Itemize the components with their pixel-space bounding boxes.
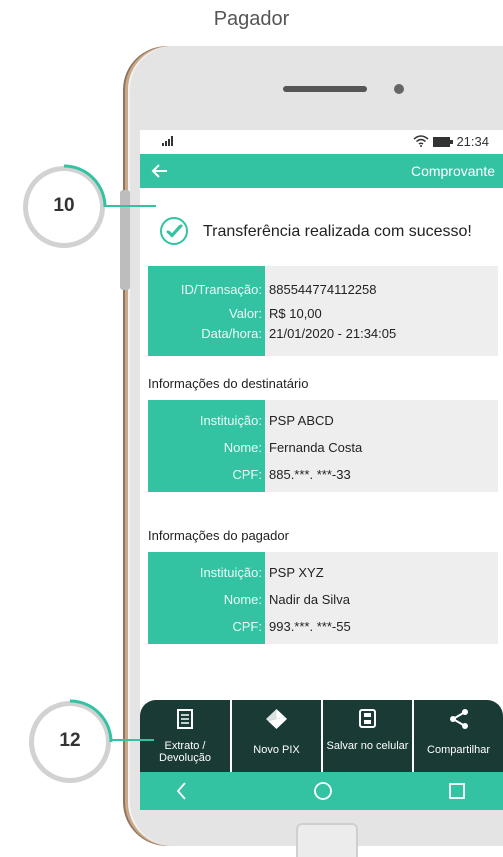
salvar-button[interactable]: Salvar no celular	[323, 700, 412, 772]
extrato-button[interactable]: Extrato / Devolução	[140, 700, 230, 772]
extrato-label: Extrato / Devolução	[159, 740, 211, 764]
pix-icon	[266, 709, 287, 729]
info-row: CPF: 885.***. ***-33	[148, 467, 498, 487]
receipt-icon	[177, 709, 193, 729]
recipient-box: Instituição: PSP ABCD Nome: Fernanda Cos…	[148, 400, 498, 492]
action-toolbar: Extrato / Devolução Novo PIX Salvar no c…	[140, 700, 503, 772]
info-row: Nome: Nadir da Silva	[148, 592, 498, 612]
payer-heading: Informações do pagador	[148, 528, 289, 543]
compartilhar-label: Compartilhar	[427, 744, 490, 756]
row-key: Nome:	[223, 592, 262, 607]
callout-number: 12	[59, 730, 81, 751]
status-bar: 21:34	[140, 130, 503, 154]
info-row: CPF: 993.***. ***-55	[148, 619, 498, 639]
phone-screen: 21:34 Comprovante Transferência realizad…	[140, 130, 503, 810]
row-value: 885544774112258	[269, 282, 377, 297]
success-banner: Transferência realizada com sucesso!	[159, 216, 499, 248]
novo-pix-button[interactable]: Novo PIX	[232, 700, 321, 772]
row-value: PSP XYZ	[269, 565, 324, 580]
info-row: ID/Transação: 885544774112258	[148, 282, 498, 302]
row-key: Instituição:	[199, 413, 262, 428]
nav-home-icon[interactable]	[311, 772, 335, 810]
row-key: ID/Transação:	[180, 282, 262, 297]
wifi-icon	[413, 135, 429, 147]
row-value: 993.***. ***-55	[269, 619, 351, 634]
page-title: Comprovante	[410, 163, 495, 179]
nav-recents-icon[interactable]	[445, 772, 469, 810]
row-value: PSP ABCD	[269, 413, 334, 428]
signal-icon	[162, 136, 173, 146]
info-row: Valor: R$ 10,00	[148, 306, 498, 326]
status-time: 21:34	[456, 134, 489, 149]
row-key: Valor:	[229, 306, 262, 321]
share-icon	[450, 709, 468, 729]
caption-title: Pagador	[213, 8, 290, 30]
info-row: Nome: Fernanda Costa	[148, 440, 498, 460]
row-value: R$ 10,00	[269, 306, 322, 321]
row-key: CPF:	[232, 619, 262, 634]
row-value: Nadir da Silva	[269, 592, 350, 607]
row-value: Fernanda Costa	[269, 440, 363, 455]
row-value: 885.***. ***-33	[269, 467, 351, 482]
battery-icon	[432, 137, 453, 147]
phone-home-button[interactable]	[296, 823, 358, 857]
row-key: Nome:	[223, 440, 262, 455]
row-key: Instituição:	[199, 565, 262, 580]
transaction-box: ID/Transação: 885544774112258 Valor: R$ …	[148, 266, 498, 356]
app-bar: Comprovante	[140, 154, 503, 188]
salvar-label: Salvar no celular	[326, 740, 409, 752]
success-message: Transferência realizada com sucesso!	[203, 223, 472, 240]
phone-camera	[394, 84, 404, 94]
recipient-heading: Informações do destinatário	[148, 376, 309, 391]
status-right: 21:34	[413, 134, 489, 149]
compartilhar-button[interactable]: Compartilhar	[414, 700, 503, 772]
callout-badge-12: 12	[34, 699, 113, 778]
check-circle-icon	[160, 217, 188, 245]
row-key: CPF:	[232, 467, 262, 482]
android-nav-bar	[140, 772, 503, 810]
novo-pix-label: Novo PIX	[253, 744, 300, 756]
info-row: Instituição: PSP ABCD	[148, 413, 498, 433]
info-row: Instituição: PSP XYZ	[148, 565, 498, 585]
row-key: Data/hora:	[201, 326, 262, 341]
phone-speaker	[283, 86, 367, 92]
nav-back-icon[interactable]	[170, 772, 194, 810]
row-value: 21/01/2020 - 21:34:05	[269, 326, 397, 341]
callout-badge-10: 10	[28, 164, 107, 243]
payer-box: Instituição: PSP XYZ Nome: Nadir da Silv…	[148, 552, 498, 644]
info-row: Data/hora: 21/01/2020 - 21:34:05	[148, 326, 498, 346]
save-icon	[359, 709, 376, 728]
callout-number: 10	[53, 195, 75, 216]
